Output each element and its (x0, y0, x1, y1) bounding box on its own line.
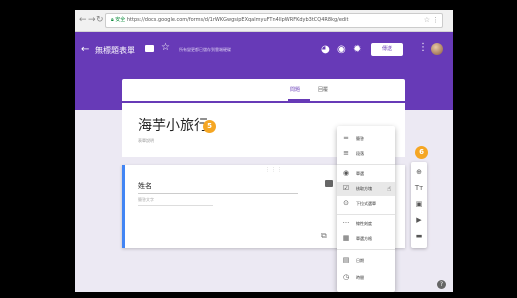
menu-item-label: 單選方格 (356, 236, 372, 241)
menu-item-label: 日期 (356, 258, 364, 263)
menu-item-multiple-choice[interactable]: ◉ 單選 (337, 167, 395, 181)
reload-icon[interactable]: ↻ (96, 15, 104, 25)
browser-menu-icon[interactable]: ⋮ (432, 14, 439, 27)
radio-icon: ◉ (342, 169, 350, 177)
step-badge-5: 5 (203, 120, 216, 133)
menu-item-label: 核取方塊 (356, 186, 372, 191)
menu-divider (337, 164, 395, 165)
back-icon[interactable]: ← (81, 44, 89, 55)
section-icon[interactable]: ▬ (411, 232, 427, 240)
app-bar: ← 無標題表單 ☆ 所有變更都已儲存到雲端硬碟 ◕ ◉ ✹ 傳送 ⋮ (75, 32, 453, 70)
menu-item-time[interactable]: ◷ 時間 (337, 271, 395, 285)
dropdown-icon: ⊙ (343, 199, 349, 207)
menu-item-label: 線性刻度 (356, 221, 372, 226)
form-title[interactable]: 海芋小旅行 (138, 115, 208, 135)
menu-item-linear-scale[interactable]: ··· 線性刻度 (337, 217, 395, 231)
menu-item-label: 段落 (356, 151, 364, 156)
answer-underline (138, 205, 213, 206)
linear-scale-icon: ··· (342, 219, 350, 227)
palette-icon[interactable]: ◕ (321, 44, 330, 55)
step-badge-6: 6 (415, 146, 428, 159)
folder-icon[interactable] (145, 45, 154, 52)
url-text: https://docs.google.com/forms/d/1rWKGwgs… (126, 17, 349, 23)
help-icon[interactable]: ? (437, 280, 446, 289)
menu-item-label: 簡答 (356, 136, 364, 141)
avatar[interactable] (431, 43, 443, 55)
hand-cursor-icon: ☝ (387, 185, 392, 193)
star-icon[interactable]: ☆ (161, 42, 170, 53)
drag-handle-icon[interactable]: ⋮⋮⋮ (265, 167, 283, 173)
date-icon: ▤ (342, 256, 350, 264)
browser-window: ← → ↻ 🔒︎ 安全 https://docs.google.com/form… (75, 10, 453, 292)
secure-label: 安全 (115, 17, 126, 23)
image-icon[interactable]: ▣ (411, 200, 427, 208)
time-icon: ◷ (342, 273, 350, 281)
video-icon[interactable]: ▶ (411, 216, 427, 224)
settings-gear-icon[interactable]: ✹ (353, 44, 361, 55)
tab-questions[interactable]: 問題 (290, 86, 300, 93)
lock-icon: 🔒︎ (111, 17, 114, 23)
preview-eye-icon[interactable]: ◉ (337, 44, 346, 55)
forward-arrow-icon[interactable]: → (88, 15, 96, 25)
back-arrow-icon[interactable]: ← (79, 15, 87, 25)
add-question-icon[interactable]: ⊕ (411, 168, 427, 176)
menu-item-label: 單選 (356, 171, 364, 176)
card-accent (122, 101, 405, 103)
menu-item-paragraph[interactable]: ≡ 段落 (337, 147, 395, 161)
menu-item-short-answer[interactable]: ═ 簡答 (337, 132, 395, 146)
side-toolbar: ⊕ Tт ▣ ▶ ▬ (411, 162, 427, 248)
browser-toolbar: ← → ↻ 🔒︎ 安全 https://docs.google.com/form… (75, 10, 453, 32)
checkbox-icon: ☑ (342, 184, 350, 192)
menu-item-date[interactable]: ▤ 日期 (337, 254, 395, 268)
short-answer-icon: ═ (343, 134, 349, 142)
menu-item-label: 時間 (356, 275, 364, 280)
paragraph-icon: ≡ (343, 149, 349, 157)
add-image-icon[interactable] (325, 180, 333, 187)
more-options-icon[interactable]: ⋮ (418, 42, 428, 53)
grid-icon: ▦ (342, 234, 350, 242)
bookmark-star-icon[interactable]: ☆ (424, 14, 430, 27)
menu-divider (337, 214, 395, 215)
duplicate-icon[interactable]: ⧉ (321, 231, 327, 241)
send-button[interactable]: 傳送 (371, 43, 403, 56)
title-icon[interactable]: Tт (411, 184, 427, 192)
menu-divider (337, 249, 395, 250)
tab-bar: 問題 回覆 (122, 79, 405, 101)
form-description[interactable]: 表單說明 (138, 138, 154, 144)
menu-item-grid[interactable]: ▦ 單選方格 (337, 232, 395, 246)
save-status: 所有變更都已儲存到雲端硬碟 (179, 47, 231, 52)
tab-responses[interactable]: 回覆 (318, 86, 328, 93)
menu-item-dropdown[interactable]: ⊙ 下拉式選單 (337, 197, 395, 211)
menu-item-label: 下拉式選單 (356, 201, 376, 206)
answer-hint: 簡答文字 (138, 197, 154, 202)
question-type-menu: ═ 簡答 ≡ 段落 ◉ 單選 ☑ 核取方塊 ☝ ⊙ 下拉式選單 ··· 線性刻度… (337, 126, 395, 292)
address-bar[interactable]: 🔒︎ 安全 https://docs.google.com/forms/d/1r… (105, 13, 443, 28)
form-file-title[interactable]: 無標題表單 (95, 45, 135, 56)
question-title-underline (138, 193, 298, 194)
question-title[interactable]: 姓名 (138, 181, 152, 191)
menu-item-checkboxes[interactable]: ☑ 核取方塊 ☝ (337, 182, 395, 196)
